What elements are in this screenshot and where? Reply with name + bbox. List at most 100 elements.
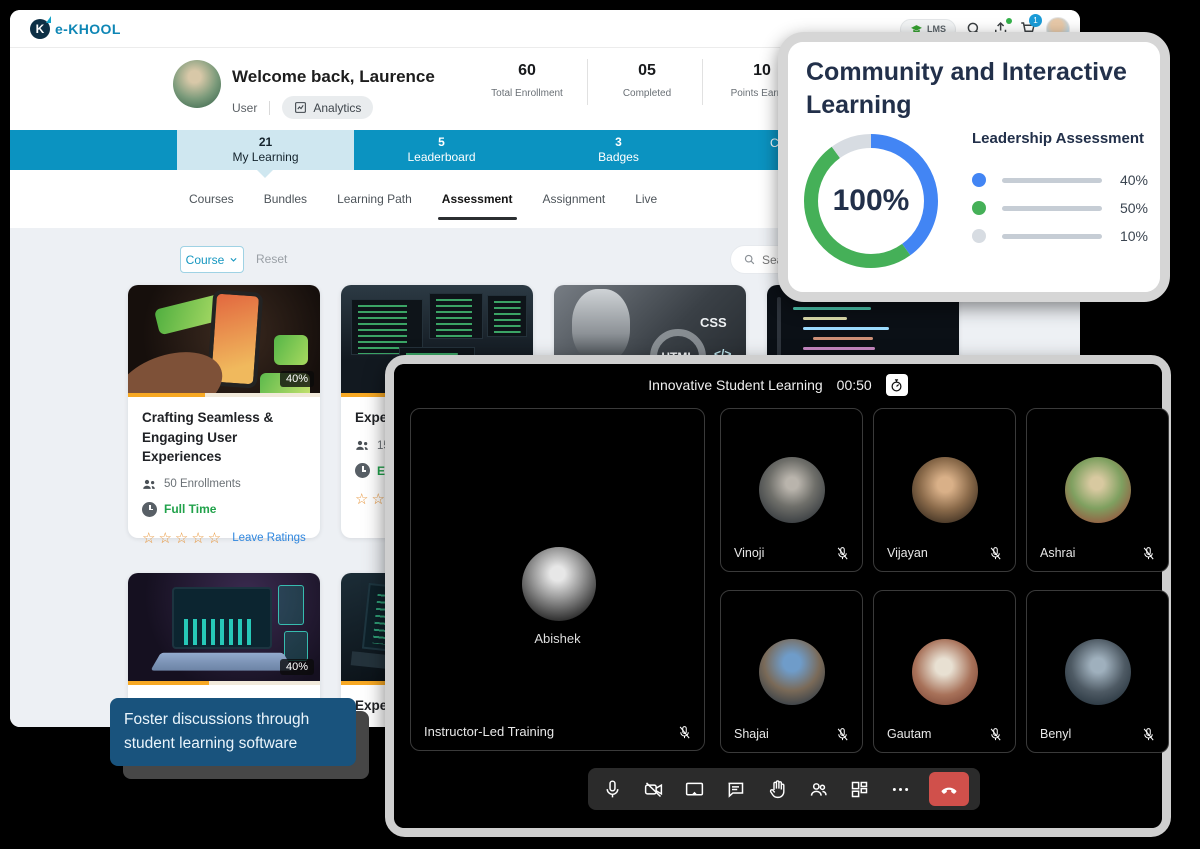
donut-chart: 100% bbox=[796, 126, 946, 276]
course-title: Crafting Seamless & Engaging User Experi… bbox=[142, 408, 306, 467]
mic-off-icon bbox=[988, 727, 1003, 742]
people-icon bbox=[142, 478, 157, 491]
schedule-label: Full Time bbox=[164, 502, 216, 516]
participant-name: Vijayan bbox=[887, 546, 928, 560]
subtab-live[interactable]: Live bbox=[635, 184, 657, 214]
people-icon bbox=[355, 439, 370, 452]
screenshot-stage: K e-KHOOL LMS 1 bbox=[0, 0, 1200, 849]
tile-label: Instructor-Led Training bbox=[424, 724, 554, 739]
legend-bar bbox=[1002, 206, 1102, 211]
subtab-bundles[interactable]: Bundles bbox=[264, 184, 307, 214]
course-filter-label: Course bbox=[186, 253, 225, 267]
logo-icon: K bbox=[30, 19, 50, 39]
participants-button[interactable] bbox=[805, 776, 831, 802]
layout-button[interactable] bbox=[847, 776, 873, 802]
legend-row: 40% bbox=[972, 172, 1148, 188]
active-tab-pointer bbox=[257, 170, 273, 178]
stat-completed: 05 Completed bbox=[592, 62, 702, 99]
participant-avatar bbox=[1065, 639, 1131, 705]
participant-name: Vinoji bbox=[734, 546, 764, 560]
progress-bar bbox=[128, 681, 320, 685]
legend-title: Leadership Assessment bbox=[972, 130, 1144, 147]
participant-tile[interactable]: Benyl bbox=[1026, 590, 1169, 753]
participant-tile[interactable]: Vijayan bbox=[873, 408, 1016, 572]
logo[interactable]: K e-KHOOL bbox=[30, 19, 121, 39]
participant-avatar bbox=[759, 457, 825, 523]
logo-text: e-KHOOL bbox=[55, 21, 121, 37]
welcome-title: Welcome back, Laurence bbox=[232, 67, 435, 87]
video-call-window: Innovative Student Learning 00:50 Abishe… bbox=[385, 355, 1171, 837]
more-options-button[interactable] bbox=[888, 776, 914, 802]
participant-tile[interactable]: Ashrai bbox=[1026, 408, 1169, 572]
end-call-button[interactable] bbox=[929, 772, 969, 806]
card-title: Community and Interactive Learning bbox=[806, 56, 1142, 122]
participant-name: Benyl bbox=[1040, 727, 1071, 741]
legend-bar bbox=[1002, 234, 1102, 239]
chevron-down-icon bbox=[229, 255, 238, 264]
tab-leaderboard[interactable]: 5 Leaderboard bbox=[353, 130, 530, 170]
participant-tile[interactable]: Vinoji bbox=[720, 408, 863, 572]
subtab-assignment[interactable]: Assignment bbox=[543, 184, 606, 214]
mic-off-icon bbox=[1141, 546, 1156, 561]
course-filter-dropdown[interactable]: Course bbox=[180, 246, 244, 273]
mic-off-icon bbox=[1141, 727, 1156, 742]
legend-row: 50% bbox=[972, 200, 1148, 216]
participant-avatar bbox=[759, 639, 825, 705]
legend-value: 40% bbox=[1102, 172, 1148, 188]
star-rating[interactable]: ☆☆☆☆☆ bbox=[142, 529, 224, 547]
clock-icon bbox=[355, 463, 370, 478]
participant-name: Shajai bbox=[734, 727, 769, 741]
reset-button[interactable]: Reset bbox=[256, 252, 287, 266]
participant-name: Ashrai bbox=[1040, 546, 1075, 560]
legend-dot bbox=[972, 201, 986, 215]
call-timer: 00:50 bbox=[837, 377, 872, 393]
enrollments: 50 Enrollments bbox=[164, 478, 241, 490]
progress-badge: 40% bbox=[280, 371, 314, 387]
call-title: Innovative Student Learning bbox=[648, 377, 822, 393]
microphone-button[interactable] bbox=[599, 776, 625, 802]
mic-off-icon bbox=[988, 546, 1003, 561]
legend-value: 10% bbox=[1102, 228, 1148, 244]
participant-avatar bbox=[912, 639, 978, 705]
subtab-learning-path[interactable]: Learning Path bbox=[337, 184, 412, 214]
analytics-button[interactable]: Analytics bbox=[282, 96, 373, 119]
course-card[interactable]: 40% Crafting Seamless & Engaging User Ex… bbox=[128, 285, 320, 538]
leave-ratings-link[interactable]: Leave Ratings bbox=[232, 532, 306, 544]
user-role: User bbox=[232, 101, 257, 115]
camera-off-button[interactable] bbox=[640, 776, 666, 802]
analytics-label: Analytics bbox=[313, 101, 361, 115]
screen-share-button[interactable] bbox=[682, 776, 708, 802]
cart-count-badge: 1 bbox=[1029, 14, 1042, 27]
main-speaker-tile[interactable]: Abishek Instructor-Led Training bbox=[410, 408, 705, 751]
progress-badge: 40% bbox=[280, 659, 314, 675]
donut-center-value: 100% bbox=[796, 126, 946, 276]
online-dot bbox=[1006, 18, 1012, 24]
stat-total-enrollment: 60 Total Enrollment bbox=[472, 62, 582, 99]
user-avatar bbox=[173, 60, 221, 108]
tab-my-learning[interactable]: 21 My Learning bbox=[177, 130, 354, 170]
participant-avatar bbox=[522, 547, 596, 621]
participant-name: Abishek bbox=[411, 631, 704, 646]
divider bbox=[269, 101, 270, 115]
subtab-assessment[interactable]: Assessment bbox=[442, 184, 513, 214]
clock-icon bbox=[142, 502, 157, 517]
participant-tile[interactable]: Shajai bbox=[720, 590, 863, 753]
legend-bar bbox=[1002, 178, 1102, 183]
promo-banner: Foster discussions through student learn… bbox=[110, 698, 356, 766]
legend-dot bbox=[972, 173, 986, 187]
legend-value: 50% bbox=[1102, 200, 1148, 216]
subtab-courses[interactable]: Courses bbox=[189, 184, 234, 214]
chat-button[interactable] bbox=[723, 776, 749, 802]
tab-badges[interactable]: 3 Badges bbox=[530, 130, 707, 170]
raise-hand-button[interactable] bbox=[764, 776, 790, 802]
participant-name: Gautam bbox=[887, 727, 931, 741]
divider bbox=[587, 59, 588, 105]
participant-avatar bbox=[912, 457, 978, 523]
progress-bar bbox=[128, 393, 320, 397]
participant-tile[interactable]: Gautam bbox=[873, 590, 1016, 753]
legend-dot bbox=[972, 229, 986, 243]
participant-avatar bbox=[1065, 457, 1131, 523]
mic-off-icon bbox=[835, 727, 850, 742]
course-thumbnail: 40% bbox=[128, 573, 320, 681]
stopwatch-icon[interactable] bbox=[886, 374, 908, 396]
